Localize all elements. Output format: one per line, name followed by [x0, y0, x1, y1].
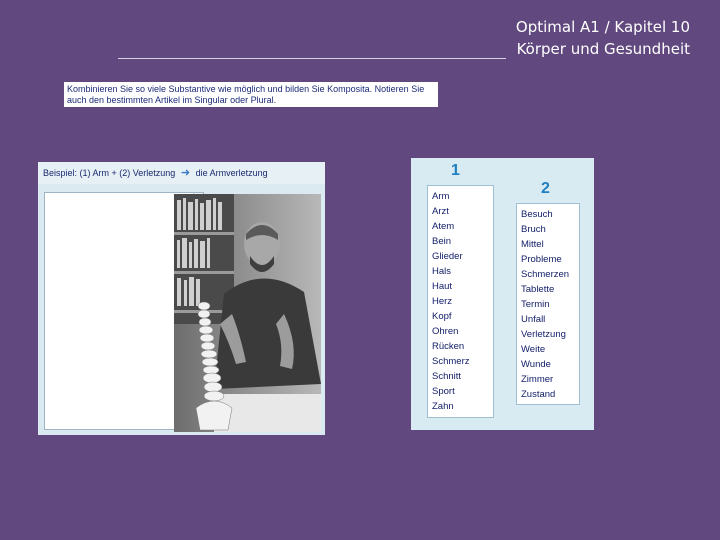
- example-result: die Armverletzung: [195, 168, 268, 178]
- list-item: Besuch: [521, 209, 553, 220]
- list-item: Arzt: [432, 206, 449, 217]
- list-item: Zahn: [432, 401, 454, 412]
- list-item: Rücken: [432, 341, 465, 352]
- slide-title: Optimal A1 / Kapitel 10 Körper und Gesun…: [516, 16, 690, 60]
- list-item: Termin: [521, 299, 550, 310]
- list-item: Weite: [521, 344, 546, 355]
- list-item: Zustand: [521, 389, 556, 400]
- list-item: Kopf: [432, 311, 452, 322]
- list-item: Tablette: [521, 284, 555, 295]
- slide-title-line2: Körper und Gesundheit: [516, 40, 690, 58]
- list-item: Hals: [432, 266, 452, 277]
- list-item: Schmerz: [432, 356, 470, 367]
- column-1-number: 1: [451, 162, 460, 179]
- list-item: Schmerzen: [521, 269, 570, 280]
- title-underline: [118, 58, 506, 59]
- list-item: Haut: [432, 281, 453, 292]
- list-item: Verletzung: [521, 329, 566, 340]
- list-item: Bruch: [521, 224, 546, 235]
- arrow-right-icon: ➜: [180, 167, 191, 179]
- slide-title-line1: Optimal A1 / Kapitel 10: [515, 18, 690, 36]
- list-item: Herz: [432, 296, 453, 307]
- word-columns-panel: 1 Arm Arzt Atem Bein Glieder Hals Haut H…: [411, 158, 594, 430]
- column-2-number: 2: [541, 180, 550, 197]
- list-item: Zimmer: [521, 374, 554, 385]
- list-item: Glieder: [432, 251, 463, 262]
- example-bar: Beispiel: (1) Arm + (2) Verletzung ➜ die…: [38, 162, 325, 184]
- list-item: Sport: [432, 386, 455, 397]
- list-item: Unfall: [521, 314, 546, 325]
- exercise-panel: Beispiel: (1) Arm + (2) Verletzung ➜ die…: [38, 162, 325, 435]
- word-list-column-1: Arm Arzt Atem Bein Glieder Hals Haut Her…: [427, 185, 494, 418]
- list-item: Bein: [432, 236, 452, 247]
- list-item: Wunde: [521, 359, 551, 370]
- list-item: Arm: [432, 191, 450, 202]
- list-item: Probleme: [521, 254, 562, 265]
- example-prefix: Beispiel: (1) Arm + (2) Verletzung: [43, 168, 176, 178]
- instruction-text: Kombinieren Sie so viele Substantive wie…: [64, 82, 438, 107]
- list-item: Atem: [432, 221, 455, 232]
- list-item: Ohren: [432, 326, 459, 337]
- word-list-column-2: Besuch Bruch Mittel Probleme Schmerzen T…: [516, 203, 580, 405]
- list-item: Mittel: [521, 239, 544, 250]
- spine-model-photo: [174, 194, 321, 432]
- list-item: Schnitt: [432, 371, 462, 382]
